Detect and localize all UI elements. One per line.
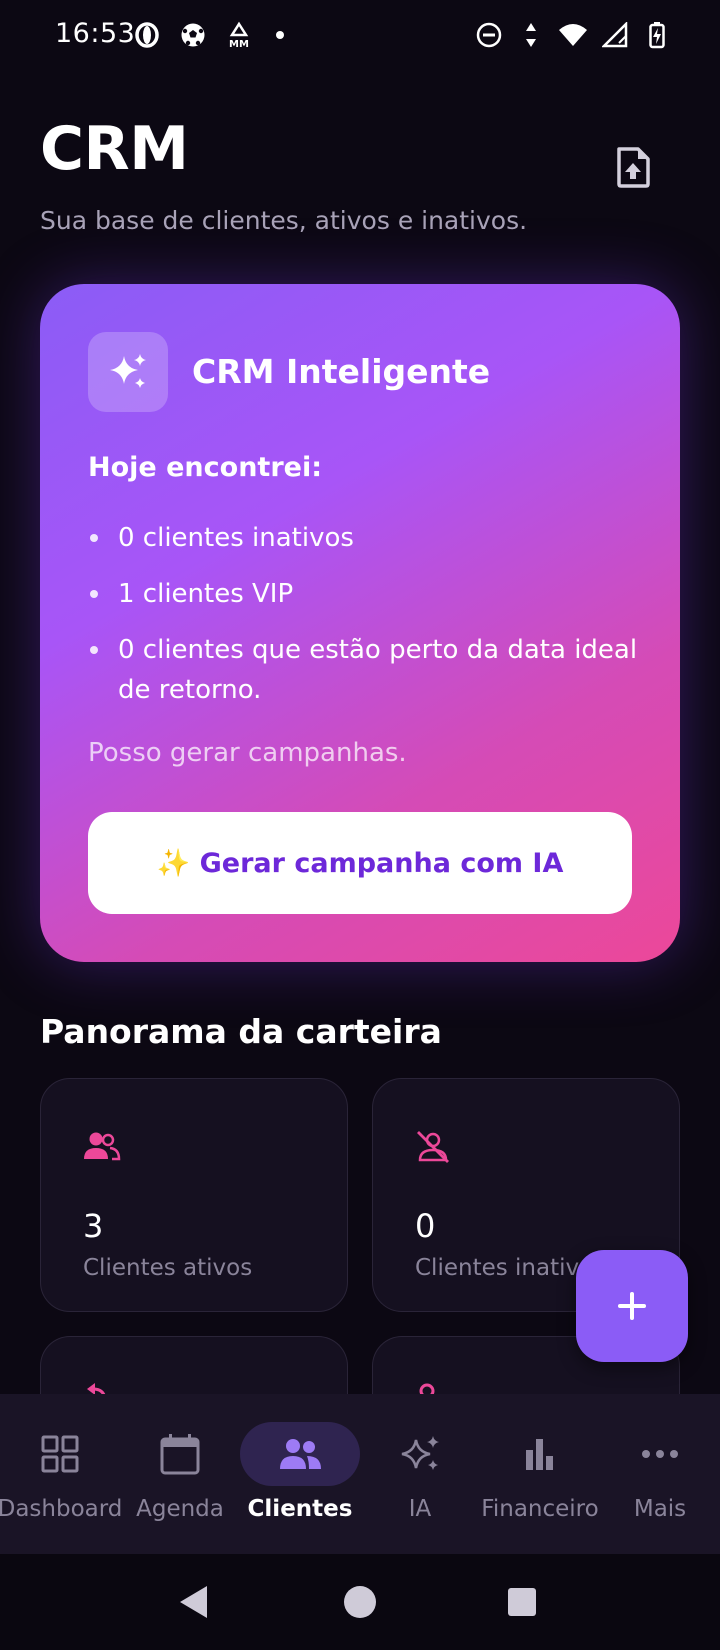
nav-label: Dashboard [0,1496,123,1522]
soccer-ball-icon [178,20,208,50]
export-button[interactable] [606,140,660,194]
nav-label: Clientes [247,1496,353,1522]
nav-item-dashboard[interactable]: Dashboard [0,1422,123,1532]
do-not-disturb-icon [474,20,504,50]
user-off-icon [417,1131,449,1163]
stat-label: Clientes ativos [83,1255,253,1281]
status-right-icons [474,20,672,50]
portfolio-section-title: Panorama da carteira [40,1012,442,1051]
grid-icon [41,1435,79,1473]
ai-insight-list: 0 clientes inativos 1 clientes VIP 0 cli… [88,518,648,726]
mm-alert-icon: MM [224,20,254,50]
nav-label: IA [408,1496,432,1522]
system-nav-bar [0,1554,720,1650]
sparkles-icon [110,354,146,388]
ai-insight-item: 0 clientes inativos [88,518,648,558]
nav-item-financeiro[interactable]: Financeiro [480,1422,600,1532]
notification-dot [276,31,284,39]
users-icon [84,1132,121,1161]
nav-icon-wrap [0,1422,120,1486]
ai-insight-card: CRM Inteligente Hoje encontrei: 0 client… [40,284,680,962]
bar-chart-icon [526,1439,553,1470]
nav-label: Financeiro [481,1496,599,1522]
ai-card-intro: Hoje encontrei: [88,452,323,483]
sparkles-icon [401,1436,439,1470]
ai-insight-item: 0 clientes que estão perto da data ideal… [88,630,648,710]
users-icon [280,1439,321,1469]
plus-icon [618,1292,646,1320]
status-time: 16:53 [55,18,136,49]
opera-icon [132,20,162,50]
page-title: CRM [40,114,189,184]
ai-insight-item: 1 clientes VIP [88,574,648,614]
nav-icon-wrap [600,1422,720,1486]
nav-item-agenda[interactable]: Agenda [120,1422,240,1532]
data-arrows-icon [516,20,546,50]
add-client-fab[interactable] [576,1250,688,1362]
nav-label: Mais [633,1496,687,1522]
calendar-icon [160,1434,200,1475]
file-upload-icon [617,147,650,188]
bottom-nav: Dashboard Agenda Clientes IA Financeiro … [0,1394,720,1554]
system-home-button[interactable] [340,1582,380,1622]
system-recents-button[interactable] [502,1582,542,1622]
nav-icon-wrap [120,1422,240,1486]
status-left-icons: MM [132,20,284,50]
nav-item-clientes[interactable]: Clientes [240,1422,360,1532]
stat-card-active-clients[interactable]: 3 Clientes ativos [40,1078,348,1312]
signal-icon [600,20,630,50]
stat-value: 3 [83,1207,104,1245]
recents-icon [508,1588,536,1616]
status-bar: 16:53 MM [0,0,720,74]
ai-card-title: CRM Inteligente [192,352,491,391]
more-horizontal-icon [642,1450,678,1458]
generate-campaign-button[interactable]: ✨ Gerar campanha com IA [88,812,632,914]
nav-label: Agenda [136,1496,224,1522]
home-icon [344,1586,376,1618]
stat-value: 0 [415,1207,436,1245]
nav-icon-wrap [240,1422,360,1486]
crm-screen: 16:53 MM CRM Sua base de clientes, ativo… [0,0,720,1650]
svg-text:MM: MM [229,39,249,49]
wifi-icon [558,20,588,50]
nav-icon-wrap [480,1422,600,1486]
system-back-button[interactable] [174,1582,214,1622]
nav-item-mais[interactable]: Mais [600,1422,720,1532]
ai-card-footer: Posso gerar campanhas. [88,738,407,768]
back-icon [180,1586,207,1618]
page-subtitle: Sua base de clientes, ativos e inativos. [40,206,528,235]
battery-charging-icon [642,20,672,50]
ai-card-icon-box [88,332,168,412]
nav-item-ia[interactable]: IA [360,1422,480,1532]
nav-icon-wrap [360,1422,480,1486]
